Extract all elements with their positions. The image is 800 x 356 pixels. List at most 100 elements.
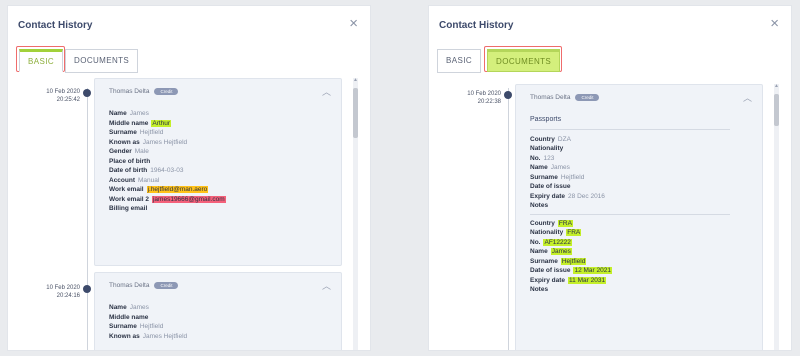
field-value: James (550, 164, 570, 171)
timeline-dot (83, 285, 91, 293)
status-badge: Credit (575, 94, 600, 101)
field-label: Billing email (109, 205, 148, 212)
scroll-up-icon[interactable]: ▲ (774, 84, 779, 89)
field-label: Name (109, 304, 127, 311)
field-row: Country FRA (530, 219, 730, 229)
entry-date-time: 20:22:38 (477, 99, 501, 105)
field-label: Known as (109, 332, 140, 340)
field-value: james19666@gmail.com (151, 195, 226, 203)
highlight-box: BASIC (16, 46, 66, 72)
field-label: Known as (109, 138, 140, 146)
field-row: Work email j.hejtfield@man.aero (109, 185, 226, 195)
author-name: Thomas Delta (530, 94, 571, 101)
scrollbar[interactable]: ▲ (774, 84, 779, 350)
history-card: Thomas Delta Credit ︿ Name James Middle na… (94, 78, 342, 266)
tab-documents[interactable]: DOCUMENTS (487, 49, 561, 72)
field-row: Nationality (530, 144, 730, 154)
timeline-dot (83, 89, 91, 97)
field-value: 1964-03-03 (150, 167, 184, 174)
field-row: Nationality FRA (530, 228, 730, 238)
highlight-box: DOCUMENTS (484, 46, 563, 72)
field-row: Name James (109, 109, 226, 119)
field-label: Notes (530, 202, 549, 209)
contact-history-panel-basic: Contact History × BASIC DOCUMENTS 10 Feb… (8, 6, 370, 350)
author-name: Thomas Delta (109, 282, 150, 289)
field-label: Nationality (530, 229, 564, 236)
field-row: Middle name (109, 313, 187, 323)
field-label: No. (530, 238, 541, 246)
field-row: Known as James Hejtfield (109, 332, 187, 342)
field-value: Male (134, 148, 149, 155)
field-row: Name James (530, 163, 730, 173)
field-row: Gender Male (109, 147, 226, 157)
tab-bar: BASIC DOCUMENTS (437, 46, 563, 73)
tab-basic[interactable]: BASIC (437, 49, 482, 73)
scrollbar[interactable]: ▲ (353, 78, 358, 350)
field-label: Middle name (109, 313, 149, 321)
card-fields: Name James Middle name Surname Hejtfield Know… (109, 303, 187, 341)
panel-title: Contact History (439, 20, 514, 31)
field-value: Hejtfield (560, 257, 587, 265)
chevron-up-icon[interactable]: ︿ (322, 279, 331, 292)
scrollbar-thumb[interactable] (353, 88, 358, 138)
field-row: Billing email (109, 204, 226, 214)
chevron-up-icon[interactable]: ︿ (322, 85, 331, 98)
field-value: James (129, 110, 149, 117)
close-icon[interactable]: × (349, 16, 358, 31)
field-value: Manual (138, 176, 160, 184)
field-value: James Hejtfield (142, 138, 188, 146)
scroll-up-icon[interactable]: ▲ (353, 78, 358, 83)
field-row: Date of birth 1964-03-03 (109, 166, 226, 176)
contact-history-panel-documents: Contact History × BASIC DOCUMENTS 10 Feb… (429, 6, 791, 350)
tab-basic[interactable]: BASIC (19, 49, 64, 72)
section-title: Passports (530, 116, 562, 123)
field-label: Country (530, 219, 555, 227)
divider (530, 213, 730, 215)
field-label: No. (530, 154, 541, 162)
field-row: Middle name Arthur (109, 119, 226, 129)
field-value: James (550, 248, 572, 255)
field-value: Hejtfield (560, 173, 585, 181)
field-value: Hejtfield (139, 323, 164, 330)
field-row: No. AF12222 (530, 238, 730, 248)
field-value: 11 Mar 2031 (568, 276, 607, 284)
field-row: Surname Hejtfield (530, 173, 730, 183)
tab-documents[interactable]: DOCUMENTS (65, 49, 139, 73)
field-label: Surname (109, 129, 137, 136)
field-label: Notes (530, 286, 549, 293)
field-label: Name (109, 110, 127, 117)
field-label: Gender (109, 148, 132, 155)
passport-fields: Country DZA Nationality No. 123 Name James Surn… (530, 135, 730, 211)
chevron-up-icon[interactable]: ︿ (743, 91, 752, 104)
field-value: Arthur (151, 119, 172, 127)
field-value: FRA (566, 229, 582, 236)
entry-date: 10 Feb 2020 20:22:38 (443, 90, 501, 106)
tab-bar: BASIC DOCUMENTS (16, 46, 139, 73)
field-value: Hejtfield (139, 129, 164, 136)
field-label: Surname (530, 173, 558, 181)
card-fields: Name James Middle name Arthur Surname Hejtfie… (109, 109, 226, 214)
field-value: 123 (543, 154, 555, 162)
status-badge: Credit (154, 282, 179, 289)
scrollbar-thumb[interactable] (774, 94, 779, 126)
field-label: Surname (109, 323, 137, 330)
close-icon[interactable]: × (770, 16, 779, 31)
field-label: Name (530, 248, 548, 255)
field-row: Expiry date 11 Mar 2031 (530, 276, 730, 286)
field-value: James Hejtfield (142, 332, 188, 340)
card-header: Thomas Delta Credit (530, 94, 600, 101)
field-value: 28 Dec 2016 (568, 192, 605, 200)
field-row: Country DZA (530, 135, 730, 145)
field-row: Surname Hejtfield (109, 128, 226, 138)
field-row: Surname Hejtfield (109, 322, 187, 332)
field-row: Name James (530, 247, 730, 257)
field-value: FRA (557, 219, 573, 227)
field-label: Date of birth (109, 167, 148, 174)
history-card: Thomas Delta Credit ︿ Name James Middle na… (94, 272, 342, 350)
field-label: Place of birth (109, 157, 151, 165)
entry-date-day: 10 Feb 2020 (46, 285, 80, 291)
field-value: AF12222 (543, 238, 572, 246)
field-label: Country (530, 135, 555, 143)
field-row: Place of birth (109, 157, 226, 167)
field-label: Expiry date (530, 276, 566, 284)
